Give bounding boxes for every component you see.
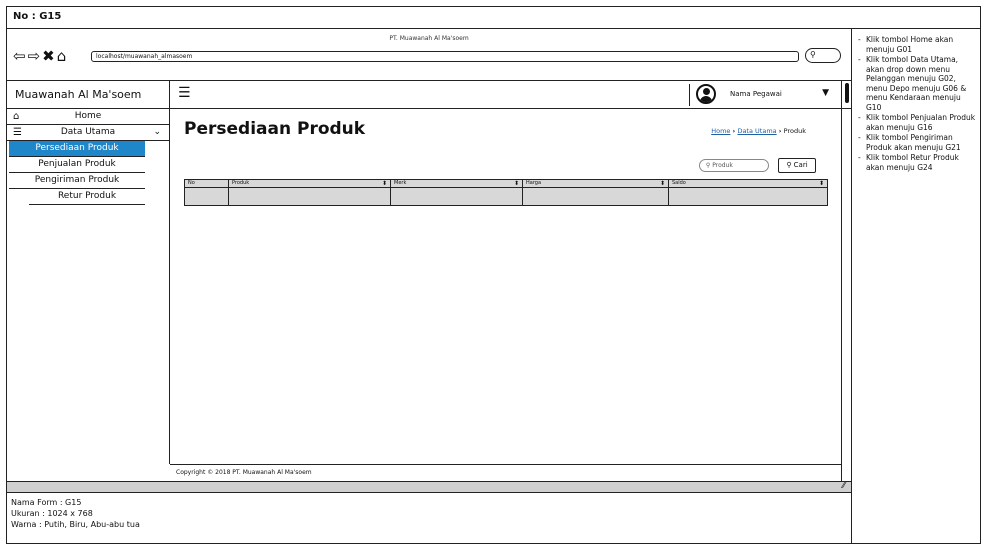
column-label: Produk (232, 180, 250, 186)
column-harga[interactable]: Harga ⬍ (523, 180, 669, 187)
info-line: Warna : Putih, Biru, Abu-abu tua (11, 520, 140, 529)
main-content: Persediaan Produk Home › Data Utama › Pr… (170, 109, 842, 482)
sidebar-item-persediaan-produk[interactable]: Persediaan Produk (9, 141, 145, 157)
form-info: Nama Form : G15 Ukuran : 1024 x 768 Warn… (7, 493, 852, 544)
vertical-scrollbar[interactable] (841, 81, 851, 482)
scroll-thumb[interactable] (845, 83, 849, 103)
table-cell (523, 188, 669, 205)
breadcrumb-home[interactable]: Home (711, 127, 730, 135)
sidebar-item-label: Persediaan Produk (35, 143, 119, 153)
sort-icon[interactable]: ⬍ (660, 180, 665, 187)
chevron-down-icon: ⌄ (153, 127, 161, 137)
breadcrumb-current: Produk (783, 127, 806, 135)
resize-grip-icon[interactable]: ⁄⁄ (842, 481, 845, 490)
note-item: Klik tombol Home akan menuju G01 (858, 35, 978, 54)
sidebar-item-data-utama[interactable]: ☰ Data Utama ⌄ (7, 125, 169, 141)
column-saldo[interactable]: Saldo ⬍ (669, 180, 827, 187)
app-brand: Muawanah Al Ma'soem (7, 81, 170, 109)
home-icon: ⌂ (13, 111, 20, 122)
hamburger-menu-icon[interactable]: ☰ (178, 85, 191, 101)
product-table: No Produk ⬍ Merk ⬍ Harga ⬍ Saldo ⬍ (184, 179, 828, 206)
chevron-down-icon[interactable]: ▼ (822, 88, 829, 98)
search-input[interactable]: ⚲ Produk (698, 159, 769, 172)
sidebar-item-home[interactable]: ⌂ Home (7, 109, 169, 125)
page-title: Persediaan Produk (184, 119, 366, 139)
table-row (185, 188, 827, 205)
sidebar-item-label: Retur Produk (57, 191, 117, 201)
navigation-notes: Klik tombol Home akan menuju G01 Klik to… (852, 29, 982, 544)
sidebar-item-penjualan-produk[interactable]: Penjualan Produk (9, 157, 145, 173)
column-label: Merk (394, 180, 407, 186)
sidebar: ⌂ Home ☰ Data Utama ⌄ Persediaan Produk … (7, 109, 170, 464)
info-line: Ukuran : 1024 x 768 (11, 509, 93, 518)
close-icon[interactable]: ✖ (42, 47, 57, 65)
browser-window: PT. Muawanah Al Ma'soem ⇦⇨✖⌂ localhost/m… (7, 29, 852, 482)
sidebar-item-label: Penjualan Produk (38, 159, 116, 169)
info-line: Nama Form : G15 (11, 498, 82, 507)
copyright-footer: Copyright © 2018 PT. Muawanah Al Ma'soem (170, 464, 842, 482)
table-cell (391, 188, 523, 205)
breadcrumb: Home › Data Utama › Produk (711, 127, 806, 135)
table-header: No Produk ⬍ Merk ⬍ Harga ⬍ Saldo ⬍ (185, 180, 827, 188)
note-item: Klik tombol Data Utama, akan drop down m… (858, 55, 978, 112)
table-cell (669, 188, 827, 205)
sidebar-item-label: Data Utama (60, 127, 116, 137)
back-icon[interactable]: ⇦ (13, 47, 28, 65)
browser-search-icon[interactable]: ⚲ (805, 48, 841, 63)
note-item: Klik tombol Pengiriman Produk akan menuj… (858, 133, 978, 152)
column-label: Saldo (672, 180, 686, 186)
column-merk[interactable]: Merk ⬍ (391, 180, 523, 187)
sidebar-item-pengiriman-produk[interactable]: Pengiriman Produk (9, 173, 145, 189)
table-cell (229, 188, 391, 205)
sort-icon[interactable]: ⬍ (382, 180, 387, 187)
home-icon[interactable]: ⌂ (57, 47, 69, 65)
note-item: Klik tombol Penjualan Produk akan menuju… (858, 113, 978, 132)
column-produk[interactable]: Produk ⬍ (229, 180, 391, 187)
search-placeholder: Produk (712, 162, 733, 169)
form-number: No : G15 (7, 7, 980, 29)
app-header: ☰ Nama Pegawai ▼ (170, 81, 851, 109)
sort-icon[interactable]: ⬍ (819, 180, 824, 187)
wireframe-frame: No : G15 PT. Muawanah Al Ma'soem ⇦⇨✖⌂ lo… (6, 6, 981, 544)
avatar (696, 84, 716, 104)
browser-title: PT. Muawanah Al Ma'soem (389, 35, 469, 42)
note-item: Klik tombol Retur Produk akan menuju G24 (858, 153, 978, 172)
user-menu[interactable]: Nama Pegawai ▼ (689, 84, 839, 106)
column-label: No (188, 180, 195, 186)
column-label: Harga (526, 180, 542, 186)
forward-icon[interactable]: ⇨ (28, 47, 43, 65)
breadcrumb-data-utama[interactable]: Data Utama (737, 127, 776, 135)
browser-nav: ⇦⇨✖⌂ (13, 47, 68, 65)
user-name: Nama Pegawai (730, 90, 782, 98)
sort-icon[interactable]: ⬍ (514, 180, 519, 187)
horizontal-scrollbar[interactable]: ⁄⁄ (7, 481, 852, 493)
search-button[interactable]: ⚲ Cari (778, 158, 816, 173)
sidebar-item-label: Home (74, 111, 102, 121)
sidebar-item-label: Pengiriman Produk (34, 175, 120, 185)
column-no[interactable]: No (185, 180, 229, 187)
search-button-label: Cari (793, 161, 808, 169)
search-row: ⚲ Produk ⚲ Cari (698, 155, 816, 174)
sidebar-item-retur-produk[interactable]: Retur Produk (29, 189, 145, 205)
table-cell (185, 188, 229, 205)
address-bar[interactable]: localhost/muawanah_almasoem (91, 51, 799, 62)
browser-chrome: PT. Muawanah Al Ma'soem ⇦⇨✖⌂ localhost/m… (7, 29, 851, 81)
database-icon: ☰ (13, 127, 22, 138)
